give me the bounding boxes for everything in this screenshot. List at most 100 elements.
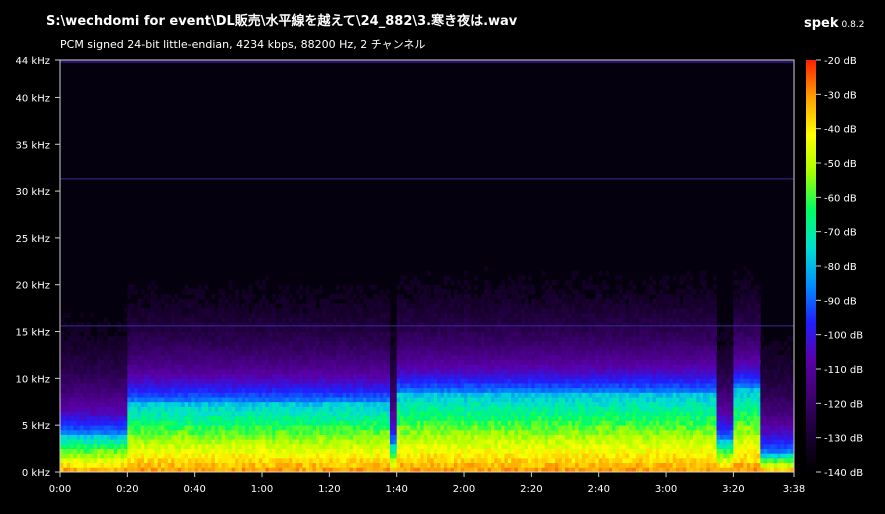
heatmap-cell	[103, 401, 108, 407]
heatmap-cell	[272, 317, 276, 323]
heatmap-cell	[497, 294, 502, 300]
heatmap-cell	[86, 369, 91, 375]
heatmap-cell	[214, 429, 219, 435]
heatmap-cell	[144, 392, 148, 398]
heatmap-cell	[167, 462, 172, 468]
heatmap-cell	[416, 406, 421, 412]
heatmap-cell	[406, 415, 411, 421]
heatmap-cell	[191, 303, 196, 309]
heatmap-cell	[187, 359, 192, 365]
heatmap-cell	[342, 387, 347, 393]
heatmap-cell	[487, 350, 492, 356]
heatmap-cell	[457, 443, 462, 449]
heatmap-cell	[76, 387, 81, 393]
heatmap-cell	[464, 392, 468, 398]
heatmap-cell	[66, 364, 71, 370]
heatmap-cell	[501, 331, 505, 337]
heatmap-cell	[329, 387, 334, 393]
heatmap-cell	[299, 411, 303, 417]
heatmap-cell	[228, 308, 233, 314]
heatmap-cell	[171, 401, 175, 407]
heatmap-cell	[127, 406, 132, 412]
heatmap-cell	[161, 322, 165, 328]
heatmap-cell	[201, 312, 206, 318]
heatmap-column	[349, 284, 354, 473]
heatmap-cell	[117, 383, 122, 389]
heatmap-cell	[369, 434, 374, 440]
heatmap-cell	[268, 397, 273, 403]
heatmap-cell	[134, 359, 138, 365]
heatmap-column	[359, 284, 364, 473]
heatmap-cell	[130, 354, 135, 361]
heatmap-cell	[403, 401, 408, 407]
heatmap-column	[282, 289, 286, 473]
heatmap-cell	[447, 443, 451, 449]
heatmap-cell	[383, 378, 387, 384]
heatmap-cell	[147, 364, 152, 370]
heatmap-cell	[480, 350, 485, 356]
heatmap-cell	[134, 336, 138, 342]
heatmap-cell	[167, 453, 172, 459]
heatmap-cell	[299, 336, 303, 342]
heatmap-cell	[86, 434, 91, 440]
heatmap-cell	[134, 312, 138, 318]
heatmap-cell	[379, 415, 384, 421]
heatmap-cell	[208, 354, 212, 361]
heatmap-cell	[150, 322, 155, 328]
heatmap-cell	[201, 387, 206, 393]
heatmap-column	[238, 308, 243, 473]
heatmap-cell	[174, 411, 179, 417]
heatmap-cell	[214, 434, 219, 440]
heatmap-cell	[174, 350, 179, 356]
heatmap-cell	[420, 429, 425, 435]
heatmap-cell	[460, 354, 465, 361]
heatmap-cell	[299, 326, 303, 332]
heatmap-cell	[110, 354, 115, 361]
heatmap-cell	[187, 308, 192, 314]
heatmap-column	[93, 340, 98, 473]
heatmap-cell	[383, 326, 387, 332]
heatmap-cell	[292, 434, 297, 440]
heatmap-cell	[440, 425, 445, 431]
heatmap-cell	[302, 359, 307, 365]
heatmap-cell	[174, 359, 179, 365]
heatmap-cell	[359, 443, 364, 449]
heatmap-cell	[369, 331, 374, 337]
heatmap-cell	[470, 383, 475, 389]
heatmap-cell	[443, 280, 448, 286]
heatmap-cell	[73, 457, 78, 464]
heatmap-cell	[460, 439, 465, 445]
heatmap-cell	[221, 378, 226, 384]
heatmap-cell	[427, 364, 431, 370]
heatmap-cell	[477, 312, 482, 318]
heatmap-cell	[191, 378, 196, 384]
heatmap-column	[342, 284, 347, 473]
heatmap-cell	[490, 383, 495, 389]
heatmap-cell	[467, 298, 472, 304]
heatmap-cell	[262, 392, 266, 398]
heatmap-cell	[187, 392, 192, 398]
heatmap-cell	[167, 439, 172, 445]
heatmap-cell	[241, 340, 246, 346]
heatmap-cell	[396, 378, 401, 384]
heatmap-cell	[453, 294, 458, 300]
heatmap-cell	[214, 415, 219, 421]
heatmap-cell	[187, 448, 192, 454]
heatmap-cell	[127, 448, 132, 454]
heatmap-cell	[413, 326, 418, 332]
heatmap-cell	[137, 350, 142, 356]
heatmap-cell	[127, 429, 132, 435]
heatmap-cell	[416, 312, 421, 318]
heatmap-cell	[373, 406, 377, 412]
heatmap-cell	[332, 448, 337, 454]
heatmap-cell	[299, 462, 303, 468]
heatmap-cell	[359, 345, 364, 351]
heatmap-cell	[235, 322, 239, 328]
heatmap-cell	[413, 280, 418, 286]
heatmap-cell	[255, 326, 260, 332]
heatmap-cell	[413, 298, 418, 304]
heatmap-cell	[373, 322, 377, 328]
heatmap-cell	[214, 378, 219, 384]
heatmap-cell	[494, 303, 499, 309]
heatmap-cell	[137, 378, 142, 384]
